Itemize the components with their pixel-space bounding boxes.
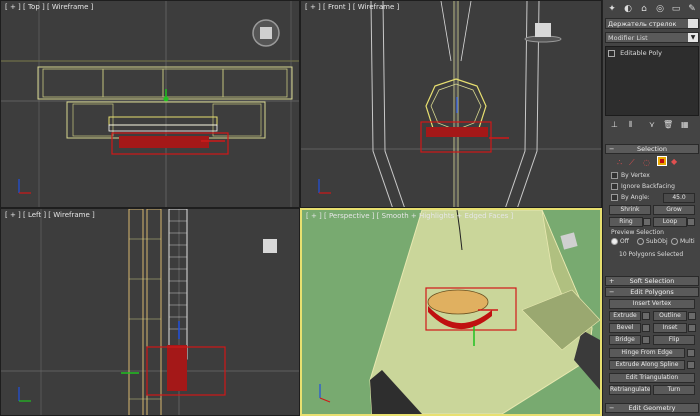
turn-button[interactable]: Turn — [653, 385, 695, 395]
viewport-top[interactable]: [ + ] [ Top ] [ Wireframe ] — [0, 0, 300, 208]
bridge-button[interactable]: Bridge — [609, 335, 641, 345]
viewport-perspective-label[interactable]: [ + ] [ Perspective ] [ Smooth + Highlig… — [306, 212, 513, 220]
make-unique-icon[interactable]: ⋎ — [649, 120, 655, 129]
object-color-swatch[interactable] — [688, 19, 698, 28]
viewport-top-label[interactable]: [ + ] [ Top ] [ Wireframe ] — [5, 3, 93, 11]
flip-button[interactable]: Flip — [653, 335, 695, 345]
viewport-front[interactable]: [ + ] [ Front ] [ Wireframe ] — [300, 0, 602, 208]
hinge-settings-button[interactable] — [687, 349, 695, 357]
loop-button[interactable]: Loop — [653, 217, 687, 227]
viewport-top-canvas — [1, 1, 299, 207]
preview-off-radio[interactable]: Off — [611, 238, 629, 245]
display-tab-icon[interactable]: ▭ — [669, 3, 683, 15]
command-panel: ✦ ◐ ⌂ ◎ ▭ ✎ Держатель стрелок Modifier L… — [602, 0, 700, 416]
vertex-mode-icon[interactable]: ∴ — [617, 158, 622, 167]
subobject-mode-row: ∴ ⟋ ◌ ◆ — [617, 156, 687, 168]
ring-spinner[interactable] — [643, 218, 651, 226]
create-tab-icon[interactable]: ✦ — [605, 3, 619, 15]
edit-geometry-title: Edit Geometry — [628, 404, 676, 412]
stack-toolbar: ⊥ ⫴ ⋎ 🗑 ▦ — [605, 120, 699, 132]
edit-polygons-rollout-header[interactable]: − Edit Polygons — [605, 287, 699, 297]
edge-mode-icon[interactable]: ⟋ — [629, 158, 635, 168]
by-vertex-checkbox[interactable]: By Vertex — [611, 172, 650, 179]
ignore-backfacing-checkbox[interactable]: Ignore Backfacing — [611, 183, 675, 190]
modifier-list-label: Modifier List — [608, 34, 648, 42]
object-name-field[interactable]: Держатель стрелок — [605, 18, 699, 29]
outline-settings-button[interactable] — [688, 312, 696, 320]
viewport-front-canvas — [301, 1, 601, 207]
inset-button[interactable]: Inset — [653, 323, 687, 333]
remove-modifier-icon[interactable]: 🗑 — [663, 120, 673, 129]
edit-polygons-title: Edit Polygons — [630, 288, 674, 296]
hinge-from-edge-button[interactable]: Hinge From Edge — [609, 348, 685, 358]
angle-spinner[interactable]: 45.0 — [663, 193, 695, 203]
extrude-along-spline-settings-button[interactable] — [687, 361, 695, 369]
border-mode-icon[interactable]: ◌ — [643, 158, 650, 167]
viewport-perspective[interactable]: [ + ] [ Perspective ] [ Smooth + Highlig… — [300, 208, 602, 416]
preview-multi-radio[interactable]: Multi — [671, 238, 695, 245]
insert-vertex-button[interactable]: Insert Vertex — [609, 299, 695, 309]
polygon-mode-icon[interactable] — [657, 156, 667, 166]
configure-sets-icon[interactable]: ▦ — [681, 120, 689, 129]
viewport-left[interactable]: [ + ] [ Left ] [ Wireframe ] — [0, 208, 300, 416]
extrude-settings-button[interactable] — [642, 312, 650, 320]
soft-selection-title: Soft Selection — [629, 277, 675, 285]
preview-multi-label: Multi — [680, 238, 695, 245]
stack-item-label: Editable Poly — [620, 49, 662, 57]
bridge-settings-button[interactable] — [642, 336, 650, 344]
preview-selection-label: Preview Selection — [611, 229, 664, 236]
stack-item-editable-poly[interactable]: Editable Poly — [608, 49, 696, 58]
viewport-left-label[interactable]: [ + ] [ Left ] [ Wireframe ] — [5, 211, 95, 219]
collapse-icon: − — [609, 145, 615, 153]
bevel-settings-button[interactable] — [642, 324, 650, 332]
inset-settings-button[interactable] — [688, 324, 696, 332]
by-vertex-label: By Vertex — [621, 172, 650, 179]
edit-geometry-rollout-header[interactable]: − Edit Geometry — [605, 403, 699, 413]
modifier-list-dropdown[interactable]: Modifier List ▼ — [605, 32, 699, 43]
modifier-stack: Editable Poly — [605, 46, 699, 116]
preview-off-label: Off — [620, 238, 629, 245]
collapse-icon: − — [609, 288, 615, 296]
collapse-icon: − — [609, 404, 615, 412]
grow-button[interactable]: Grow — [653, 205, 695, 215]
edit-triangulation-button[interactable]: Edit Triangulation — [609, 373, 695, 383]
selection-title: Selection — [637, 145, 667, 153]
outline-button[interactable]: Outline — [653, 311, 687, 321]
extrude-button[interactable]: Extrude — [609, 311, 641, 321]
bevel-button[interactable]: Bevel — [609, 323, 641, 333]
viewport-front-label[interactable]: [ + ] [ Front ] [ Wireframe ] — [305, 3, 399, 11]
soft-selection-rollout-header[interactable]: + Soft Selection — [605, 276, 699, 286]
by-angle-checkbox[interactable]: By Angle: — [611, 194, 650, 201]
ignore-backfacing-label: Ignore Backfacing — [621, 183, 675, 190]
chevron-down-icon: ▼ — [688, 33, 698, 42]
utilities-tab-icon[interactable]: ✎ — [685, 3, 699, 15]
pin-stack-icon[interactable]: ⊥ — [611, 120, 618, 129]
preview-subobj-radio[interactable]: SubObj — [637, 238, 668, 245]
preview-subobj-label: SubObj — [646, 238, 668, 245]
expand-icon: + — [609, 277, 615, 285]
element-mode-icon[interactable]: ◆ — [671, 157, 677, 166]
ring-button[interactable]: Ring — [609, 217, 643, 227]
loop-spinner[interactable] — [687, 218, 695, 226]
viewport-perspective-canvas — [319, 210, 600, 414]
selection-status: 10 Polygons Selected — [619, 251, 684, 258]
show-end-result-icon[interactable]: ⫴ — [629, 120, 632, 130]
shrink-button[interactable]: Shrink — [609, 205, 651, 215]
motion-tab-icon[interactable]: ◎ — [653, 3, 667, 15]
selection-rollout-header[interactable]: − Selection — [605, 144, 699, 154]
expand-icon[interactable] — [608, 49, 615, 57]
modify-tab-icon[interactable]: ◐ — [621, 3, 635, 15]
retriangulate-button[interactable]: Retriangulate — [609, 385, 651, 395]
hierarchy-tab-icon[interactable]: ⌂ — [637, 3, 651, 15]
extrude-along-spline-button[interactable]: Extrude Along Spline — [609, 360, 685, 370]
by-angle-label: By Angle: — [621, 194, 650, 201]
viewport-left-canvas — [1, 209, 299, 415]
